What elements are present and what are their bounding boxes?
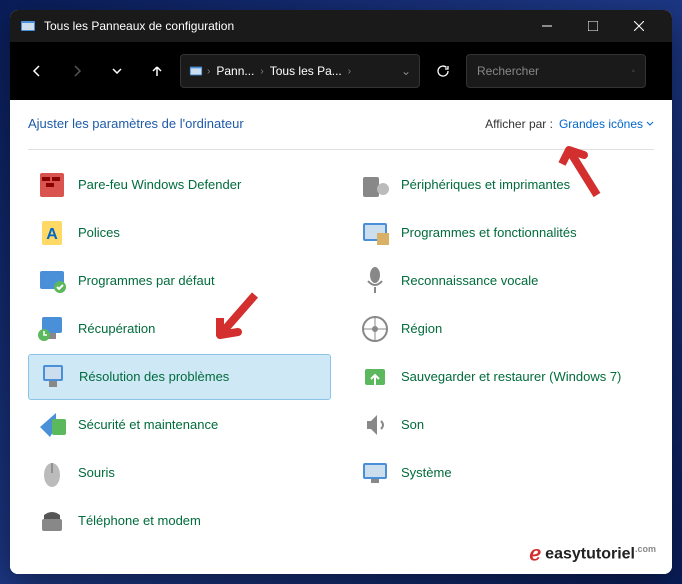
watermark: ℯ easytutoriel.com: [529, 541, 656, 566]
chevron-down-icon[interactable]: ⌄: [401, 64, 411, 78]
annotation-arrow-icon: [557, 140, 607, 200]
cp-item-label: Souris: [78, 465, 115, 482]
titlebar: Tous les Panneaux de configuration: [10, 10, 672, 42]
view-label: Afficher par :: [485, 117, 553, 131]
phone-icon: [36, 505, 68, 537]
firewall-icon: [36, 169, 68, 201]
view-dropdown[interactable]: Grandes icônes: [559, 117, 654, 131]
cp-item-label: Programmes par défaut: [78, 273, 215, 290]
cp-item-firewall[interactable]: Pare-feu Windows Defender: [28, 162, 331, 208]
cp-item-sound[interactable]: Son: [351, 402, 654, 448]
cp-item-speech[interactable]: Reconnaissance vocale: [351, 258, 654, 304]
svg-text:A: A: [46, 226, 58, 243]
page-header: Ajuster les paramètres de l'ordinateur A…: [28, 116, 654, 131]
window-controls: [524, 10, 662, 42]
minimize-button[interactable]: [524, 10, 570, 42]
cp-item-mouse[interactable]: Souris: [28, 450, 331, 496]
annotation-arrow-icon: [210, 290, 260, 345]
cp-item-defaults[interactable]: Programmes par défaut: [28, 258, 331, 304]
view-value-text: Grandes icônes: [559, 117, 643, 131]
system-icon: [359, 457, 391, 489]
items-grid: Pare-feu Windows Defender Périphériques e…: [28, 162, 654, 544]
cp-item-label: Sécurité et maintenance: [78, 417, 218, 434]
cp-item-system[interactable]: Système: [351, 450, 654, 496]
window-title: Tous les Panneaux de configuration: [44, 19, 524, 33]
control-panel-window: Tous les Panneaux de configuration › Pan…: [10, 10, 672, 574]
refresh-button[interactable]: [426, 54, 460, 88]
security-icon: [36, 409, 68, 441]
recovery-icon: [36, 313, 68, 345]
maximize-button[interactable]: [570, 10, 616, 42]
breadcrumb-segment[interactable]: Pann...: [214, 64, 256, 78]
recent-button[interactable]: [100, 54, 134, 88]
watermark-brand: easytutoriel: [545, 545, 635, 562]
cp-item-label: Périphériques et imprimantes: [401, 177, 570, 194]
chevron-down-icon: [646, 121, 654, 126]
cp-item-label: Récupération: [78, 321, 155, 338]
watermark-suffix: .com: [635, 544, 656, 554]
cp-item-label: Résolution des problèmes: [79, 369, 229, 386]
cp-item-phone[interactable]: Téléphone et modem: [28, 498, 331, 544]
defaults-icon: [36, 265, 68, 297]
devices-icon: [359, 169, 391, 201]
forward-button[interactable]: [60, 54, 94, 88]
cp-item-region[interactable]: Région: [351, 306, 654, 352]
page-title: Ajuster les paramètres de l'ordinateur: [28, 116, 244, 131]
view-control: Afficher par : Grandes icônes: [485, 117, 654, 131]
speech-icon: [359, 265, 391, 297]
cp-item-label: Région: [401, 321, 442, 338]
cp-item-label: Son: [401, 417, 424, 434]
cp-item-label: Reconnaissance vocale: [401, 273, 538, 290]
content-area: Ajuster les paramètres de l'ordinateur A…: [10, 100, 672, 574]
programs-icon: [359, 217, 391, 249]
cp-item-label: Sauvegarder et restaurer (Windows 7): [401, 369, 621, 386]
mouse-icon: [36, 457, 68, 489]
chevron-right-icon: ›: [207, 66, 210, 77]
back-button[interactable]: [20, 54, 54, 88]
control-panel-icon: [20, 18, 36, 34]
sound-icon: [359, 409, 391, 441]
chevron-right-icon: ›: [260, 66, 263, 77]
cp-item-label: Pare-feu Windows Defender: [78, 177, 241, 194]
cp-item-security[interactable]: Sécurité et maintenance: [28, 402, 331, 448]
search-box[interactable]: [466, 54, 646, 88]
chevron-right-icon: ›: [348, 66, 351, 77]
navigation-bar: › Pann... › Tous les Pa... › ⌄: [10, 42, 672, 100]
control-panel-icon: [189, 64, 203, 78]
breadcrumb[interactable]: › Pann... › Tous les Pa... › ⌄: [180, 54, 420, 88]
close-button[interactable]: [616, 10, 662, 42]
cp-item-label: Programmes et fonctionnalités: [401, 225, 577, 242]
cp-item-label: Système: [401, 465, 452, 482]
cp-item-backup[interactable]: Sauvegarder et restaurer (Windows 7): [351, 354, 654, 400]
cp-item-programs[interactable]: Programmes et fonctionnalités: [351, 210, 654, 256]
search-input[interactable]: [477, 64, 632, 78]
up-button[interactable]: [140, 54, 174, 88]
cp-item-devices[interactable]: Périphériques et imprimantes: [351, 162, 654, 208]
watermark-logo-icon: ℯ: [529, 541, 541, 566]
fonts-icon: A: [36, 217, 68, 249]
troubleshoot-icon: [37, 361, 69, 393]
cp-item-recovery[interactable]: Récupération: [28, 306, 331, 352]
cp-item-label: Polices: [78, 225, 120, 242]
backup-icon: [359, 361, 391, 393]
region-icon: [359, 313, 391, 345]
cp-item-label: Téléphone et modem: [78, 513, 201, 530]
cp-item-troubleshoot[interactable]: Résolution des problèmes: [28, 354, 331, 400]
search-icon: [632, 64, 635, 78]
breadcrumb-segment[interactable]: Tous les Pa...: [268, 64, 344, 78]
cp-item-fonts[interactable]: A Polices: [28, 210, 331, 256]
